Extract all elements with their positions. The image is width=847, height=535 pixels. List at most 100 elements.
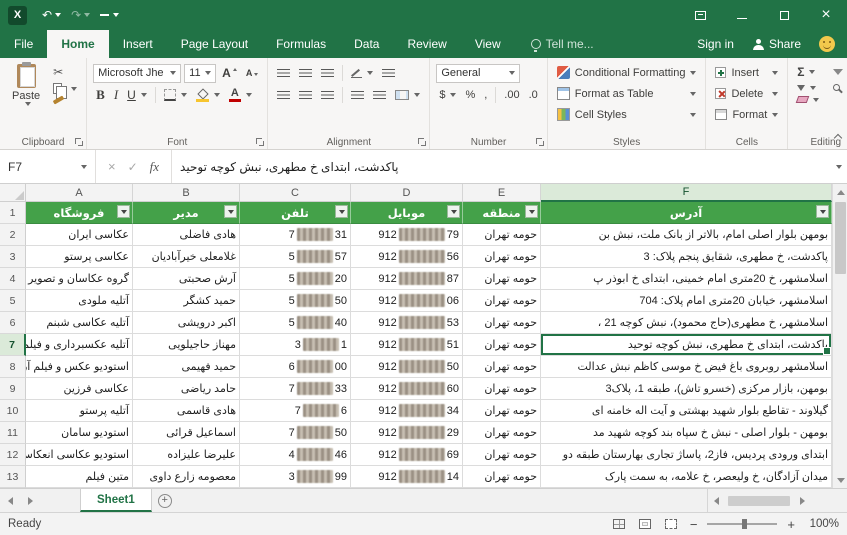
- cell-E9[interactable]: حومه تهران: [463, 378, 541, 400]
- hscroll-left-button[interactable]: [708, 496, 724, 505]
- increase-decimal-button[interactable]: .00: [501, 88, 522, 102]
- cell-E5[interactable]: حومه تهران: [463, 290, 541, 312]
- cell-A13[interactable]: متین فیلم: [26, 466, 133, 488]
- undo-button[interactable]: ↶: [37, 6, 66, 24]
- cell-C5[interactable]: 5 50: [240, 290, 351, 312]
- cell-D2[interactable]: 912 79: [351, 224, 463, 246]
- fill-button[interactable]: [794, 84, 822, 92]
- cell-A11[interactable]: استودیو سامان: [26, 422, 133, 444]
- cell-C3[interactable]: 5 57: [240, 246, 351, 268]
- tab-insert[interactable]: Insert: [109, 30, 167, 58]
- tab-data[interactable]: Data: [340, 30, 393, 58]
- decrease-indent-button[interactable]: [348, 90, 367, 101]
- bold-button[interactable]: B: [93, 86, 108, 104]
- percent-style-button[interactable]: %: [462, 88, 478, 102]
- cell-E11[interactable]: حومه تهران: [463, 422, 541, 444]
- increase-indent-button[interactable]: [370, 90, 389, 101]
- column-header-C[interactable]: C: [240, 184, 351, 202]
- row-header-7[interactable]: 7: [0, 334, 26, 356]
- cell-B6[interactable]: اکبر درویشی: [133, 312, 240, 334]
- cell-A5[interactable]: آتلیه ملودی: [26, 290, 133, 312]
- cell-E8[interactable]: حومه تهران: [463, 356, 541, 378]
- excel-app-icon[interactable]: X: [8, 5, 27, 25]
- tab-page-layout[interactable]: Page Layout: [167, 30, 262, 58]
- italic-button[interactable]: I: [111, 86, 121, 104]
- cell-D5[interactable]: 912 06: [351, 290, 463, 312]
- cell-C1[interactable]: تلفن: [240, 202, 351, 224]
- cell-D6[interactable]: 912 53: [351, 312, 463, 334]
- cell-E6[interactable]: حومه تهران: [463, 312, 541, 334]
- comma-style-button[interactable]: ,: [481, 88, 490, 102]
- row-header-2[interactable]: 2: [0, 224, 26, 246]
- cell-F9[interactable]: بومهن، بازار مرکزی (خسرو تاش)، طبقه 1، پ…: [541, 378, 832, 400]
- align-bottom-button[interactable]: [318, 68, 337, 79]
- cell-E4[interactable]: حومه تهران: [463, 268, 541, 290]
- cell-E1[interactable]: منطقه: [463, 202, 541, 224]
- sheet-tab-sheet1[interactable]: Sheet1: [80, 489, 152, 512]
- minimize-button[interactable]: [721, 0, 763, 30]
- column-header-E[interactable]: E: [463, 184, 541, 202]
- cell-C2[interactable]: 7 31: [240, 224, 351, 246]
- tab-review[interactable]: Review: [393, 30, 460, 58]
- cell-A12[interactable]: استودیو عکاسی انعکاس: [26, 444, 133, 466]
- cell-D10[interactable]: 912 34: [351, 400, 463, 422]
- insert-function-button[interactable]: fx: [150, 159, 159, 175]
- accounting-format-button[interactable]: $: [436, 88, 459, 102]
- cell-A2[interactable]: عکاسی ایران: [26, 224, 133, 246]
- cell-E12[interactable]: حومه تهران: [463, 444, 541, 466]
- row-header-12[interactable]: 12: [0, 444, 26, 466]
- cell-B11[interactable]: اسماعیل قرائی: [133, 422, 240, 444]
- collapse-ribbon-button[interactable]: [833, 128, 843, 146]
- hscroll-right-button[interactable]: [794, 496, 810, 505]
- cell-C11[interactable]: 7 50: [240, 422, 351, 444]
- cell-styles-button[interactable]: Cell Styles: [554, 104, 700, 125]
- enter-icon[interactable]: ✓: [128, 160, 138, 174]
- zoom-slider-thumb[interactable]: [742, 519, 748, 529]
- align-right-button[interactable]: [318, 90, 337, 101]
- sheet-nav-left-button[interactable]: [0, 489, 20, 512]
- cell-C12[interactable]: 4 46: [240, 444, 351, 466]
- sort-filter-button[interactable]: [830, 68, 847, 76]
- insert-cells-button[interactable]: Insert: [712, 62, 781, 83]
- copy-button[interactable]: [50, 82, 80, 99]
- cell-A4[interactable]: گروه عکاسان و تصویر: [26, 268, 133, 290]
- delete-cells-button[interactable]: Delete: [712, 83, 781, 104]
- cell-F1[interactable]: آدرس: [541, 202, 832, 224]
- horizontal-scroll-thumb[interactable]: [728, 495, 790, 506]
- row-header-9[interactable]: 9: [0, 378, 26, 400]
- align-left-button[interactable]: [274, 90, 293, 101]
- cell-F3[interactable]: پاکدشت، خ مطهری، شقایق پنجم پلاک: 3: [541, 246, 832, 268]
- scroll-down-button[interactable]: [833, 472, 847, 488]
- cell-B7[interactable]: مهناز حاجیلویی: [133, 334, 240, 356]
- paste-button[interactable]: Paste: [6, 62, 46, 108]
- number-format-combo[interactable]: General: [436, 63, 521, 83]
- cell-C10[interactable]: 76: [240, 400, 351, 422]
- cell-D1[interactable]: موبایل: [351, 202, 463, 224]
- cell-C8[interactable]: 6 00: [240, 356, 351, 378]
- wrap-text-button[interactable]: [379, 68, 398, 79]
- filter-button-store[interactable]: [117, 205, 130, 218]
- alignment-dialog-launcher[interactable]: [417, 137, 427, 147]
- cell-C4[interactable]: 5 20: [240, 268, 351, 290]
- column-header-F[interactable]: F: [541, 184, 832, 202]
- cell-C7[interactable]: 31: [240, 334, 351, 356]
- clear-button[interactable]: [794, 95, 822, 104]
- decrease-font-button[interactable]: A: [243, 67, 262, 79]
- cell-B8[interactable]: حمید فهیمی: [133, 356, 240, 378]
- row-header-6[interactable]: 6: [0, 312, 26, 334]
- row-header-5[interactable]: 5: [0, 290, 26, 312]
- cell-D8[interactable]: 912 50: [351, 356, 463, 378]
- select-all-corner[interactable]: [0, 184, 26, 202]
- cell-A3[interactable]: عکاسی پرستو: [26, 246, 133, 268]
- orientation-button[interactable]: [348, 67, 376, 79]
- zoom-slider[interactable]: [707, 519, 778, 529]
- clipboard-dialog-launcher[interactable]: [74, 137, 84, 147]
- formula-input[interactable]: پاکدشت، ابتدای خ مطهری، نبش کوچه توحید: [172, 150, 827, 183]
- cell-C13[interactable]: 3 99: [240, 466, 351, 488]
- close-button[interactable]: ×: [805, 0, 847, 30]
- sheet-nav-right-button[interactable]: [20, 489, 40, 512]
- cell-D4[interactable]: 912 87: [351, 268, 463, 290]
- cell-D3[interactable]: 912 56: [351, 246, 463, 268]
- cell-F10[interactable]: گیلاوند - تقاطع بلوار شهید بهشتی و آیت ا…: [541, 400, 832, 422]
- cell-A1[interactable]: فروشگاه: [26, 202, 133, 224]
